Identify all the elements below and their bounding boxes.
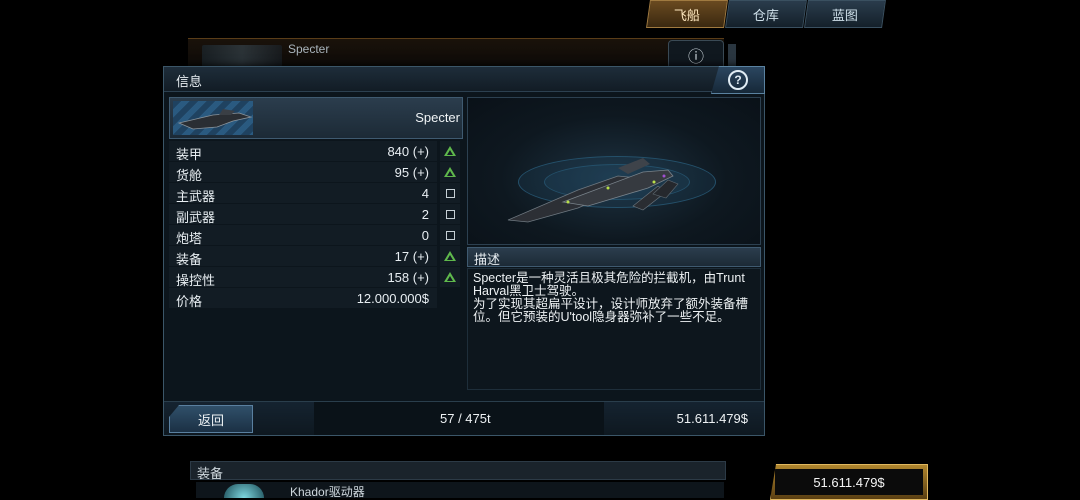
credits-value: 51.611.479$: [813, 474, 885, 490]
primary-weapon-slot-button[interactable]: [440, 183, 460, 203]
top-tabs: 飞船 仓库 蓝图: [646, 0, 886, 28]
back-label: 返回: [197, 412, 224, 428]
stat-row-price: 价格 12.000.000$: [169, 288, 463, 309]
description-header: 描述: [467, 247, 761, 267]
tab-warehouse[interactable]: 仓库: [725, 0, 807, 28]
description-text: Specter是一种灵活且极其危险的拦截机，由Trunt Harval黑卫士驾驶…: [473, 272, 758, 324]
stat-label: 价格: [176, 294, 203, 309]
tab-blueprints-label: 蓝图: [831, 7, 858, 23]
dialog-header: 信息 ?: [164, 66, 765, 94]
stat-value: 840 (+): [387, 144, 429, 159]
stat-row-turrets: 炮塔 0: [169, 225, 463, 246]
ship-preview: [467, 97, 761, 245]
ship-list-item[interactable]: Specter: [188, 38, 724, 69]
info-dialog: 信息 ? Specter 装甲 840 (+) 货舱 95 (+) 主武器 4 副武器…: [163, 66, 765, 436]
stat-value: 158 (+): [387, 270, 429, 285]
ship-name-bar: Specter: [169, 97, 463, 139]
stat-row-secondary-weapons: 副武器 2: [169, 204, 463, 225]
secondary-weapon-slot-button[interactable]: [440, 204, 460, 224]
stat-label: 主武器: [176, 189, 216, 204]
cargo-capacity: 57 / 475t: [440, 411, 491, 426]
stat-label: 装备: [176, 252, 203, 267]
tab-ships-label: 飞船: [673, 7, 700, 23]
question-icon: ?: [728, 70, 748, 90]
description-paragraph: 为了实现其超扁平设计，设计师放弃了额外装备槽位。但它预装的U'tool隐身器弥补…: [473, 297, 749, 324]
dialog-title: 信息: [176, 74, 203, 89]
bottom-bar: 返回 57 / 475t 51.611.479$: [164, 401, 764, 435]
list-scrollbar[interactable]: [728, 44, 736, 66]
engine-icon: [224, 484, 264, 498]
stat-row-handling: 操控性 158 (+): [169, 267, 463, 288]
stat-row-cargo: 货舱 95 (+): [169, 162, 463, 183]
equipment-name: Khador驱动器: [290, 485, 365, 499]
stat-value: 0: [421, 228, 429, 243]
slot-square-icon: [445, 209, 455, 219]
stat-value: 95 (+): [394, 165, 429, 180]
description-title: 描述: [474, 252, 501, 267]
stats-list: 装甲 840 (+) 货舱 95 (+) 主武器 4 副武器 2 炮塔 0 装备 17 (+…: [169, 141, 463, 309]
description-paragraph: Specter是一种灵活且极其危险的拦截机，由Trunt Harval黑卫士驾驶…: [473, 271, 745, 298]
stat-row-armor: 装甲 840 (+): [169, 141, 463, 162]
ship-name: Specter: [415, 110, 460, 125]
info-icon: ⓘ: [687, 49, 704, 66]
ship-thumbnail: [173, 101, 253, 135]
stat-label: 货舱: [176, 168, 203, 183]
stat-row-equipment: 装备 17 (+): [169, 246, 463, 267]
stat-row-primary-weapons: 主武器 4: [169, 183, 463, 204]
upgrade-armor-button[interactable]: [440, 141, 460, 161]
stat-label: 操控性: [176, 273, 216, 288]
ship-silhouette-icon: [177, 109, 253, 130]
upgrade-equipment-button[interactable]: [440, 246, 460, 266]
stat-value: 12.000.000$: [356, 291, 429, 306]
slot-square-icon: [445, 230, 455, 240]
tab-blueprints[interactable]: 蓝图: [804, 0, 886, 28]
equipment-list-item[interactable]: Khador驱动器: [196, 482, 724, 499]
tab-warehouse-label: 仓库: [752, 7, 779, 23]
ship-thumbnail: [202, 45, 282, 67]
help-button[interactable]: ?: [711, 66, 765, 94]
ship-model-icon: [507, 158, 679, 223]
upgrade-arrow-icon: [444, 272, 456, 282]
upgrade-cargo-button[interactable]: [440, 162, 460, 182]
credits-balance: 51.611.479$: [676, 411, 748, 426]
upgrade-arrow-icon: [444, 146, 456, 156]
upgrade-handling-button[interactable]: [440, 267, 460, 287]
turret-slot-button[interactable]: [440, 225, 460, 245]
stat-value: 4: [421, 186, 429, 201]
description-body: Specter是一种灵活且极其危险的拦截机，由Trunt Harval黑卫士驾驶…: [467, 268, 761, 390]
stat-value: 17 (+): [394, 249, 429, 264]
back-button[interactable]: 返回: [169, 405, 253, 433]
ship-list-name: Specter: [288, 42, 330, 56]
equipment-section-header: 装备: [190, 461, 726, 481]
stat-label: 装甲: [176, 147, 203, 162]
tab-ships[interactable]: 飞船: [646, 0, 728, 28]
upgrade-arrow-icon: [444, 167, 456, 177]
stat-label: 炮塔: [176, 231, 203, 246]
stat-label: 副武器: [176, 210, 216, 225]
upgrade-arrow-icon: [444, 251, 456, 261]
slot-square-icon: [445, 188, 455, 198]
equipment-section-title: 装备: [197, 466, 224, 481]
stat-value: 2: [421, 207, 429, 222]
credits-display: 51.611.479$: [770, 464, 928, 500]
